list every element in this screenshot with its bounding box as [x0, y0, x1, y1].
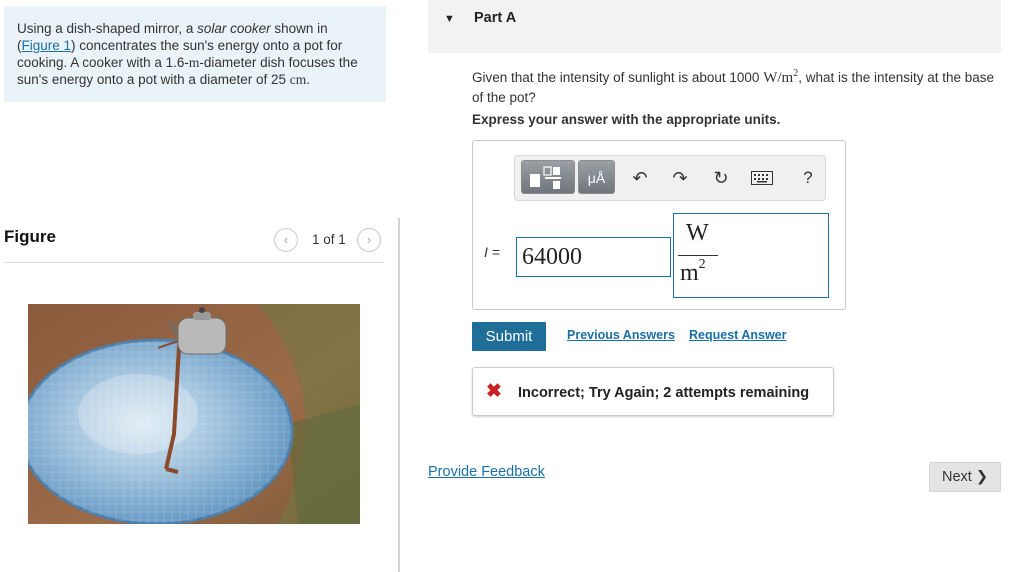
solar-cooker-image: [28, 304, 360, 524]
part-header[interactable]: ▼ Part A: [428, 0, 1001, 53]
redo-icon[interactable]: ↷: [667, 165, 693, 191]
part-title: Part A: [474, 10, 517, 26]
templates-icon: [530, 166, 561, 189]
figure-prev-button[interactable]: ‹: [274, 228, 298, 252]
question-unit-text: W/m: [763, 70, 794, 86]
next-button[interactable]: Next ❯: [929, 462, 1001, 492]
panel-divider: [398, 218, 400, 572]
problem-statement: Using a dish-shaped mirror, a solar cook…: [4, 6, 386, 102]
submit-button[interactable]: Submit: [472, 322, 546, 351]
error-x-icon: ✖: [486, 381, 502, 402]
question-fragment: Given that the intensity of sunlight is …: [472, 70, 764, 85]
problem-italic-term: solar cooker: [197, 21, 271, 36]
feedback-text: Incorrect; Try Again; 2 attempts remaini…: [518, 385, 810, 401]
templates-button[interactable]: [521, 160, 575, 194]
unit-denominator: m2: [680, 257, 706, 287]
instruction-text: Express your answer with the appropriate…: [472, 112, 781, 127]
solar-cooker-illustration: [28, 304, 360, 524]
feedback-message: ✖ Incorrect; Try Again; 2 attempts remai…: [472, 367, 834, 416]
reset-icon[interactable]: ↻: [708, 165, 734, 191]
units-button[interactable]: μÅ: [578, 160, 615, 194]
left-panel: Using a dish-shaped mirror, a solar cook…: [0, 0, 400, 572]
units-input[interactable]: W m2: [673, 213, 829, 298]
unit-m: m: [188, 55, 200, 70]
unit-exponent: 2: [698, 257, 706, 272]
previous-answers-link[interactable]: Previous Answers: [567, 328, 675, 342]
figure-title: Figure: [4, 227, 56, 246]
provide-feedback-link[interactable]: Provide Feedback: [428, 464, 545, 480]
answer-box: μÅ ↶ ↷ ↻ ? I = 64000 W m2: [472, 140, 846, 310]
keyboard-icon[interactable]: [749, 165, 775, 191]
request-answer-link[interactable]: Request Answer: [689, 328, 786, 342]
unit-cm: cm: [289, 72, 307, 87]
figure-count: 1 of 1: [312, 232, 346, 247]
fraction-bar: [678, 255, 718, 256]
question-unit: W/m2: [763, 68, 798, 86]
keyboard-glyph: [751, 171, 773, 185]
figure-link[interactable]: Figure 1: [22, 38, 72, 53]
collapse-caret-icon[interactable]: ▼: [444, 13, 455, 25]
question-text: Given that the intensity of sunlight is …: [472, 64, 997, 107]
variable-label: I =: [484, 244, 500, 260]
math-toolbar: μÅ ↶ ↷ ↻ ?: [514, 155, 826, 201]
variable-text: I =: [484, 244, 500, 260]
value-input[interactable]: 64000: [516, 237, 671, 277]
problem-text: .: [306, 72, 311, 87]
figure-header: Figure ‹ 1 of 1 ›: [4, 224, 384, 263]
figure-next-button[interactable]: ›: [357, 228, 381, 252]
help-icon[interactable]: ?: [795, 165, 821, 191]
unit-numerator: W: [686, 220, 709, 246]
unit-denominator-text: m: [680, 260, 699, 286]
problem-text: Using a dish-shaped mirror, a: [17, 21, 198, 36]
undo-icon[interactable]: ↶: [627, 165, 653, 191]
